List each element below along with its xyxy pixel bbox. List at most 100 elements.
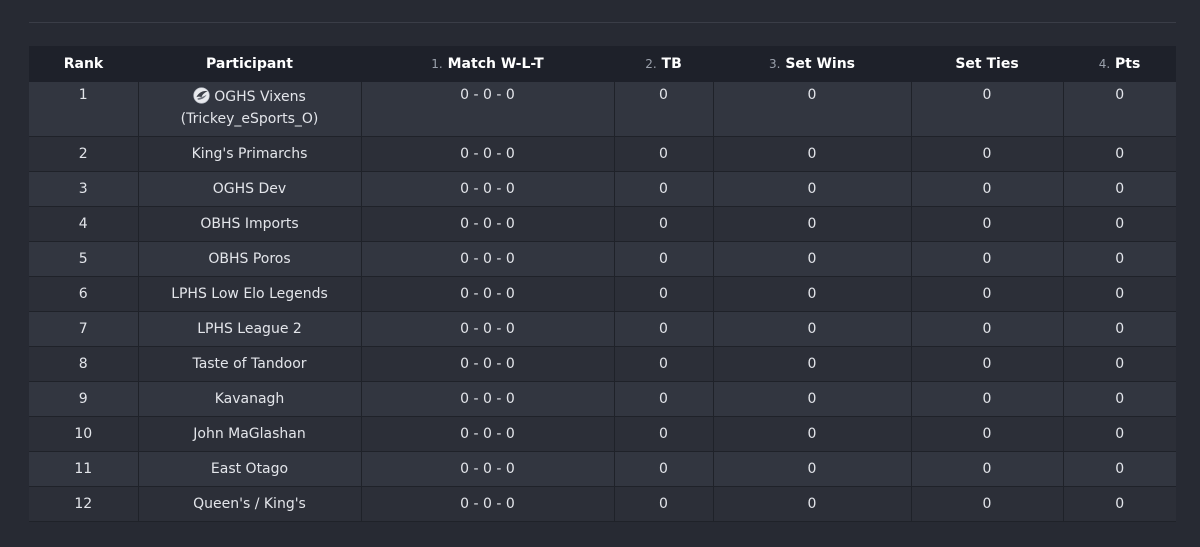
column-header-pts[interactable]: 4. Pts: [1063, 46, 1176, 82]
match-wlt-cell: 0 - 0 - 0: [360, 171, 614, 207]
participant-cell: OBHS Imports: [137, 206, 361, 242]
set-ties-cell: 0: [910, 241, 1063, 277]
table-row: 8 Taste of Tandoor 0 - 0 - 00000: [29, 346, 1176, 382]
participant-cell: John MaGlashan: [137, 416, 361, 452]
match-wlt-cell: 0 - 0 - 0: [360, 206, 614, 242]
participant-name[interactable]: Queen's / King's: [193, 496, 306, 512]
set-ties-cell: 0: [910, 346, 1063, 382]
column-order-number: 1.: [431, 57, 443, 71]
set-ties-cell: 0: [910, 416, 1063, 452]
set-ties-cell: 0: [910, 381, 1063, 417]
rank-cell: 6: [29, 276, 138, 312]
participant-name[interactable]: Kavanagh: [215, 391, 285, 407]
set-ties-cell: 0: [910, 136, 1063, 172]
participant-name[interactable]: LPHS Low Elo Legends: [171, 286, 328, 302]
table-row: 5 OBHS Poros 0 - 0 - 00000: [29, 241, 1176, 277]
column-header-label: Pts: [1115, 56, 1141, 72]
set-ties-cell: 0: [910, 276, 1063, 312]
team-logo-icon: [193, 87, 210, 104]
tb-cell: 0: [613, 206, 713, 242]
column-header-match-wlt[interactable]: 1. Match W-L-T: [361, 46, 614, 82]
participant-name[interactable]: OGHS Dev: [213, 181, 286, 197]
participant-cell: Taste of Tandoor: [137, 346, 361, 382]
match-wlt-cell: 0 - 0 - 0: [360, 381, 614, 417]
match-wlt-cell: 0 - 0 - 0: [360, 136, 614, 172]
pts-cell: 0: [1062, 241, 1176, 277]
rank-cell: 12: [29, 486, 138, 522]
column-header-set-wins[interactable]: 3. Set Wins: [713, 46, 911, 82]
standings-table: Rank Participant 1. Match W-L-T 2. TB 3.…: [29, 46, 1176, 522]
column-header-rank[interactable]: Rank: [29, 46, 138, 82]
participant-name[interactable]: OGHS Vixens: [214, 89, 306, 105]
participant-cell: LPHS Low Elo Legends: [137, 276, 361, 312]
tb-cell: 0: [613, 486, 713, 522]
set-ties-cell: 0: [910, 82, 1063, 137]
set-wins-cell: 0: [712, 381, 911, 417]
column-header-set-ties[interactable]: Set Ties: [911, 46, 1063, 82]
table-row: 1 OGHS Vixens (Trickey_eSports_O) 0 - 0 - 0…: [29, 82, 1176, 137]
set-wins-cell: 0: [712, 241, 911, 277]
set-wins-cell: 0: [712, 451, 911, 487]
standings-panel: Rank Participant 1. Match W-L-T 2. TB 3.…: [0, 0, 1200, 547]
divider: [29, 22, 1176, 23]
pts-cell: 0: [1062, 136, 1176, 172]
match-wlt-cell: 0 - 0 - 0: [360, 346, 614, 382]
set-wins-cell: 0: [712, 486, 911, 522]
participant-name[interactable]: John MaGlashan: [193, 426, 306, 442]
pts-cell: 0: [1062, 171, 1176, 207]
rank-cell: 1: [29, 82, 138, 137]
pts-cell: 0: [1062, 381, 1176, 417]
rank-cell: 5: [29, 241, 138, 277]
tb-cell: 0: [613, 311, 713, 347]
set-ties-cell: 0: [910, 206, 1063, 242]
pts-cell: 0: [1062, 346, 1176, 382]
participant-cell: LPHS League 2: [137, 311, 361, 347]
pts-cell: 0: [1062, 486, 1176, 522]
pts-cell: 0: [1062, 416, 1176, 452]
column-header-label: Match W-L-T: [447, 56, 544, 72]
table-row: 3 OGHS Dev 0 - 0 - 00000: [29, 171, 1176, 207]
pts-cell: 0: [1062, 451, 1176, 487]
match-wlt-cell: 0 - 0 - 0: [360, 276, 614, 312]
pts-cell: 0: [1062, 311, 1176, 347]
tb-cell: 0: [613, 451, 713, 487]
table-row: 7 LPHS League 20 - 0 - 00000: [29, 311, 1176, 347]
table-header-row: Rank Participant 1. Match W-L-T 2. TB 3.…: [29, 46, 1176, 82]
set-wins-cell: 0: [712, 206, 911, 242]
participant-name[interactable]: East Otago: [211, 461, 288, 477]
table-row: 6 LPHS Low Elo Legends 0 - 0 - 00000: [29, 276, 1176, 312]
column-header-tb[interactable]: 2. TB: [614, 46, 713, 82]
tb-cell: 0: [613, 381, 713, 417]
pts-cell: 0: [1062, 276, 1176, 312]
set-ties-cell: 0: [910, 486, 1063, 522]
participant-name[interactable]: King's Primarchs: [192, 146, 308, 162]
table-row: 12 Queen's / King's 0 - 0 - 00000: [29, 486, 1176, 522]
rank-cell: 7: [29, 311, 138, 347]
participant-cell: OBHS Poros: [137, 241, 361, 277]
column-header-participant[interactable]: Participant: [138, 46, 361, 82]
table-row: 11 East Otago 0 - 0 - 00000: [29, 451, 1176, 487]
participant-name[interactable]: Taste of Tandoor: [192, 356, 306, 372]
participant-cell: King's Primarchs: [137, 136, 361, 172]
tb-cell: 0: [613, 136, 713, 172]
rank-cell: 2: [29, 136, 138, 172]
tb-cell: 0: [613, 171, 713, 207]
participant-name[interactable]: OBHS Imports: [200, 216, 298, 232]
participant-cell: Kavanagh: [137, 381, 361, 417]
participant-name[interactable]: OBHS Poros: [208, 251, 290, 267]
participant-name[interactable]: LPHS League 2: [197, 321, 302, 337]
set-wins-cell: 0: [712, 171, 911, 207]
table-row: 4 OBHS Imports 0 - 0 - 00000: [29, 206, 1176, 242]
participant-cell: OGHS Vixens (Trickey_eSports_O): [137, 82, 361, 137]
rank-cell: 11: [29, 451, 138, 487]
rank-cell: 9: [29, 381, 138, 417]
participant-cell: Queen's / King's: [137, 486, 361, 522]
match-wlt-cell: 0 - 0 - 0: [360, 451, 614, 487]
set-wins-cell: 0: [712, 311, 911, 347]
participant-subname: (Trickey_eSports_O): [180, 111, 319, 127]
tb-cell: 0: [613, 276, 713, 312]
set-wins-cell: 0: [712, 276, 911, 312]
rank-cell: 10: [29, 416, 138, 452]
table-row: 10 John MaGlashan 0 - 0 - 00000: [29, 416, 1176, 452]
participant-cell: OGHS Dev: [137, 171, 361, 207]
